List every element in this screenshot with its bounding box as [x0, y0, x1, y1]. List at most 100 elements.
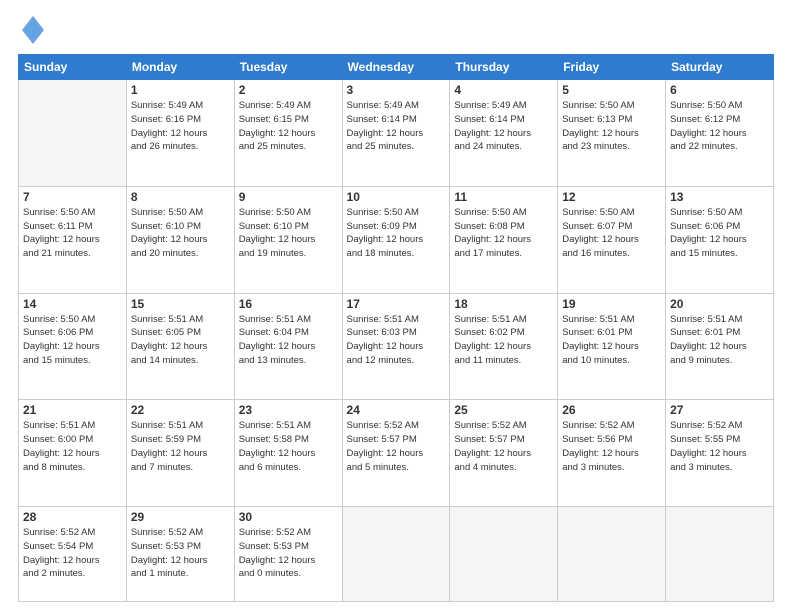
calendar-cell: 22Sunrise: 5:51 AMSunset: 5:59 PMDayligh… — [126, 400, 234, 507]
calendar-cell: 12Sunrise: 5:50 AMSunset: 6:07 PMDayligh… — [558, 186, 666, 293]
weekday-header-thursday: Thursday — [450, 55, 558, 80]
logo — [18, 16, 44, 46]
day-info: Sunrise: 5:52 AMSunset: 5:57 PMDaylight:… — [454, 419, 553, 474]
day-info: Sunrise: 5:50 AMSunset: 6:13 PMDaylight:… — [562, 99, 661, 154]
day-number: 28 — [23, 510, 122, 524]
weekday-header-saturday: Saturday — [666, 55, 774, 80]
day-number: 10 — [347, 190, 446, 204]
day-number: 5 — [562, 83, 661, 97]
day-number: 1 — [131, 83, 230, 97]
day-info: Sunrise: 5:49 AMSunset: 6:14 PMDaylight:… — [454, 99, 553, 154]
day-number: 14 — [23, 297, 122, 311]
calendar-cell — [450, 507, 558, 602]
week-row-2: 7 Sunrise: 5:50 AMSunset: 6:11 PMDaylight… — [19, 186, 774, 293]
day-info: Sunrise: 5:51 AMSunset: 6:02 PMDaylight:… — [454, 313, 553, 368]
day-number: 24 — [347, 403, 446, 417]
week-row-4: 21 Sunrise: 5:51 AMSunset: 6:00 PMDayligh… — [19, 400, 774, 507]
day-number: 18 — [454, 297, 553, 311]
day-number: 3 — [347, 83, 446, 97]
day-info: Sunrise: 5:49 AMSunset: 6:16 PMDaylight:… — [131, 99, 230, 154]
weekday-header-row: SundayMondayTuesdayWednesdayThursdayFrid… — [19, 55, 774, 80]
weekday-header-sunday: Sunday — [19, 55, 127, 80]
calendar-cell: 5 Sunrise: 5:50 AMSunset: 6:13 PMDaylight… — [558, 80, 666, 187]
day-number: 27 — [670, 403, 769, 417]
day-number: 26 — [562, 403, 661, 417]
calendar-cell: 26 Sunrise: 5:52 AMSunset: 5:56 PMDayligh… — [558, 400, 666, 507]
day-number: 7 — [23, 190, 122, 204]
day-info: Sunrise: 5:51 AMSunset: 5:58 PMDaylight:… — [239, 419, 338, 474]
day-number: 29 — [131, 510, 230, 524]
day-info: Sunrise: 5:51 AMSunset: 6:01 PMDaylight:… — [670, 313, 769, 368]
calendar-cell: 19 Sunrise: 5:51 AMSunset: 6:01 PMDayligh… — [558, 293, 666, 400]
day-number: 19 — [562, 297, 661, 311]
weekday-header-monday: Monday — [126, 55, 234, 80]
day-info: Sunrise: 5:51 AMSunset: 6:04 PMDaylight:… — [239, 313, 338, 368]
day-number: 15 — [131, 297, 230, 311]
calendar-table: SundayMondayTuesdayWednesdayThursdayFrid… — [18, 54, 774, 602]
calendar-cell — [342, 507, 450, 602]
calendar-cell: 14 Sunrise: 5:50 AMSunset: 6:06 PMDayligh… — [19, 293, 127, 400]
logo-icon — [22, 16, 44, 44]
day-number: 8 — [131, 190, 230, 204]
day-info: Sunrise: 5:50 AMSunset: 6:09 PMDaylight:… — [347, 206, 446, 261]
calendar-cell: 7 Sunrise: 5:50 AMSunset: 6:11 PMDaylight… — [19, 186, 127, 293]
calendar-cell: 21 Sunrise: 5:51 AMSunset: 6:00 PMDayligh… — [19, 400, 127, 507]
day-info: Sunrise: 5:52 AMSunset: 5:54 PMDaylight:… — [23, 526, 122, 581]
calendar-cell: 24 Sunrise: 5:52 AMSunset: 5:57 PMDayligh… — [342, 400, 450, 507]
day-info: Sunrise: 5:52 AMSunset: 5:53 PMDaylight:… — [131, 526, 230, 581]
day-number: 2 — [239, 83, 338, 97]
page: SundayMondayTuesdayWednesdayThursdayFrid… — [0, 0, 792, 612]
calendar-cell — [558, 507, 666, 602]
day-info: Sunrise: 5:50 AMSunset: 6:06 PMDaylight:… — [670, 206, 769, 261]
day-number: 22 — [131, 403, 230, 417]
day-info: Sunrise: 5:50 AMSunset: 6:11 PMDaylight:… — [23, 206, 122, 261]
calendar-cell: 15Sunrise: 5:51 AMSunset: 6:05 PMDayligh… — [126, 293, 234, 400]
calendar-cell: 30 Sunrise: 5:52 AMSunset: 5:53 PMDayligh… — [234, 507, 342, 602]
calendar-cell: 20 Sunrise: 5:51 AMSunset: 6:01 PMDayligh… — [666, 293, 774, 400]
week-row-5: 28 Sunrise: 5:52 AMSunset: 5:54 PMDayligh… — [19, 507, 774, 602]
day-number: 17 — [347, 297, 446, 311]
week-row-3: 14 Sunrise: 5:50 AMSunset: 6:06 PMDayligh… — [19, 293, 774, 400]
calendar-cell: 1 Sunrise: 5:49 AMSunset: 6:16 PMDaylight… — [126, 80, 234, 187]
day-info: Sunrise: 5:52 AMSunset: 5:53 PMDaylight:… — [239, 526, 338, 581]
day-info: Sunrise: 5:49 AMSunset: 6:15 PMDaylight:… — [239, 99, 338, 154]
day-number: 23 — [239, 403, 338, 417]
calendar-cell: 28 Sunrise: 5:52 AMSunset: 5:54 PMDayligh… — [19, 507, 127, 602]
day-info: Sunrise: 5:51 AMSunset: 6:00 PMDaylight:… — [23, 419, 122, 474]
calendar-cell: 27 Sunrise: 5:52 AMSunset: 5:55 PMDayligh… — [666, 400, 774, 507]
day-info: Sunrise: 5:50 AMSunset: 6:10 PMDaylight:… — [131, 206, 230, 261]
weekday-header-friday: Friday — [558, 55, 666, 80]
calendar-cell: 9Sunrise: 5:50 AMSunset: 6:10 PMDaylight… — [234, 186, 342, 293]
day-number: 16 — [239, 297, 338, 311]
calendar-cell: 11 Sunrise: 5:50 AMSunset: 6:08 PMDayligh… — [450, 186, 558, 293]
day-number: 9 — [239, 190, 338, 204]
day-number: 4 — [454, 83, 553, 97]
day-number: 13 — [670, 190, 769, 204]
day-info: Sunrise: 5:52 AMSunset: 5:56 PMDaylight:… — [562, 419, 661, 474]
day-number: 20 — [670, 297, 769, 311]
weekday-header-wednesday: Wednesday — [342, 55, 450, 80]
day-number: 12 — [562, 190, 661, 204]
day-info: Sunrise: 5:50 AMSunset: 6:06 PMDaylight:… — [23, 313, 122, 368]
day-number: 30 — [239, 510, 338, 524]
day-info: Sunrise: 5:52 AMSunset: 5:55 PMDaylight:… — [670, 419, 769, 474]
calendar-cell: 18 Sunrise: 5:51 AMSunset: 6:02 PMDayligh… — [450, 293, 558, 400]
day-number: 21 — [23, 403, 122, 417]
weekday-header-tuesday: Tuesday — [234, 55, 342, 80]
day-info: Sunrise: 5:49 AMSunset: 6:14 PMDaylight:… — [347, 99, 446, 154]
calendar-cell: 17Sunrise: 5:51 AMSunset: 6:03 PMDayligh… — [342, 293, 450, 400]
header — [18, 16, 774, 46]
day-number: 25 — [454, 403, 553, 417]
day-info: Sunrise: 5:52 AMSunset: 5:57 PMDaylight:… — [347, 419, 446, 474]
day-info: Sunrise: 5:50 AMSunset: 6:08 PMDaylight:… — [454, 206, 553, 261]
calendar-cell: 29 Sunrise: 5:52 AMSunset: 5:53 PMDayligh… — [126, 507, 234, 602]
day-number: 11 — [454, 190, 553, 204]
calendar-cell — [19, 80, 127, 187]
week-row-1: 1 Sunrise: 5:49 AMSunset: 6:16 PMDaylight… — [19, 80, 774, 187]
calendar-cell — [666, 507, 774, 602]
calendar-cell: 6Sunrise: 5:50 AMSunset: 6:12 PMDaylight… — [666, 80, 774, 187]
calendar-cell: 13 Sunrise: 5:50 AMSunset: 6:06 PMDayligh… — [666, 186, 774, 293]
calendar-cell: 3 Sunrise: 5:49 AMSunset: 6:14 PMDaylight… — [342, 80, 450, 187]
day-number: 6 — [670, 83, 769, 97]
day-info: Sunrise: 5:51 AMSunset: 6:01 PMDaylight:… — [562, 313, 661, 368]
